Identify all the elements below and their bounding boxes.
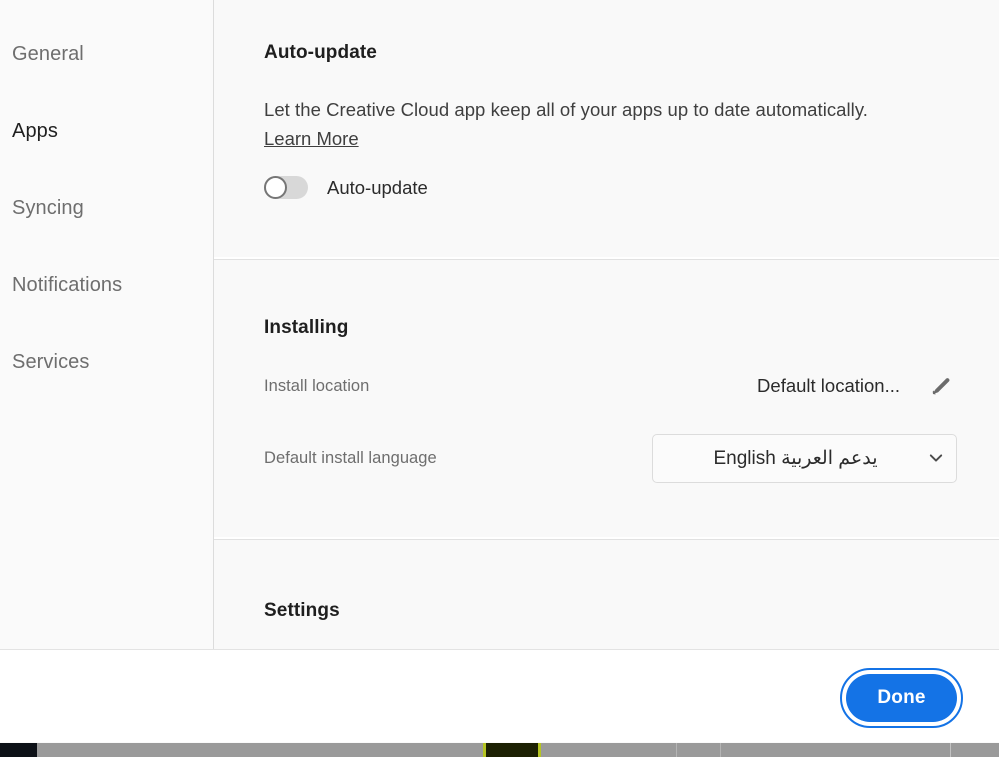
done-button[interactable]: Done: [846, 674, 957, 722]
auto-update-toggle-label: Auto-update: [327, 176, 428, 198]
preferences-sidebar: General Apps Syncing Notifications Servi…: [0, 0, 214, 649]
os-taskbar-strip[interactable]: [0, 743, 999, 757]
install-location-label: Install location: [264, 376, 370, 395]
sidebar-item-syncing[interactable]: Syncing: [0, 198, 213, 275]
auto-update-description: Let the Creative Cloud app keep all of y…: [264, 99, 868, 120]
install-location-row: Install location Default location...: [264, 371, 999, 401]
taskbar-separator-1: [676, 743, 677, 757]
auto-update-title: Auto-update: [264, 42, 377, 63]
sidebar-item-apps[interactable]: Apps: [0, 121, 213, 198]
chevron-down-icon: [916, 449, 956, 467]
installing-title: Installing: [264, 317, 349, 338]
auto-update-toggle[interactable]: [264, 176, 308, 200]
settings-title: Settings: [264, 600, 340, 621]
default-install-language-value: English يدعم العربية: [713, 447, 878, 469]
default-install-language-row: Default install language English يدعم ال…: [264, 433, 999, 483]
default-install-language-label: Default install language: [264, 448, 437, 467]
default-install-language-select[interactable]: English يدعم العربية: [652, 433, 957, 483]
sidebar-item-general[interactable]: General: [0, 44, 213, 121]
taskbar-separator-3: [950, 743, 951, 757]
pencil-icon[interactable]: [927, 373, 953, 399]
learn-more-link[interactable]: Learn More: [264, 128, 359, 150]
taskbar-start-block[interactable]: [0, 743, 37, 757]
taskbar-active-window[interactable]: [483, 743, 541, 757]
preferences-content: Auto-update Let the Creative Cloud app k…: [214, 0, 999, 649]
taskbar-separator-2: [720, 743, 721, 757]
install-location-value: Default location...: [757, 375, 900, 396]
sidebar-item-notifications[interactable]: Notifications: [0, 275, 213, 352]
preferences-window: General Apps Syncing Notifications Servi…: [0, 0, 999, 757]
done-button-focus-ring: Done: [840, 668, 963, 728]
auto-update-toggle-row: Auto-update: [264, 176, 999, 200]
section-installing: Installing Install location Default loca…: [214, 259, 999, 537]
section-auto-update: Auto-update Let the Creative Cloud app k…: [214, 0, 999, 257]
toggle-knob: [264, 176, 287, 200]
section-settings: Settings: [214, 539, 999, 649]
sidebar-item-services[interactable]: Services: [0, 352, 213, 429]
preferences-body: General Apps Syncing Notifications Servi…: [0, 0, 999, 649]
dialog-footer: Done: [0, 649, 999, 742]
